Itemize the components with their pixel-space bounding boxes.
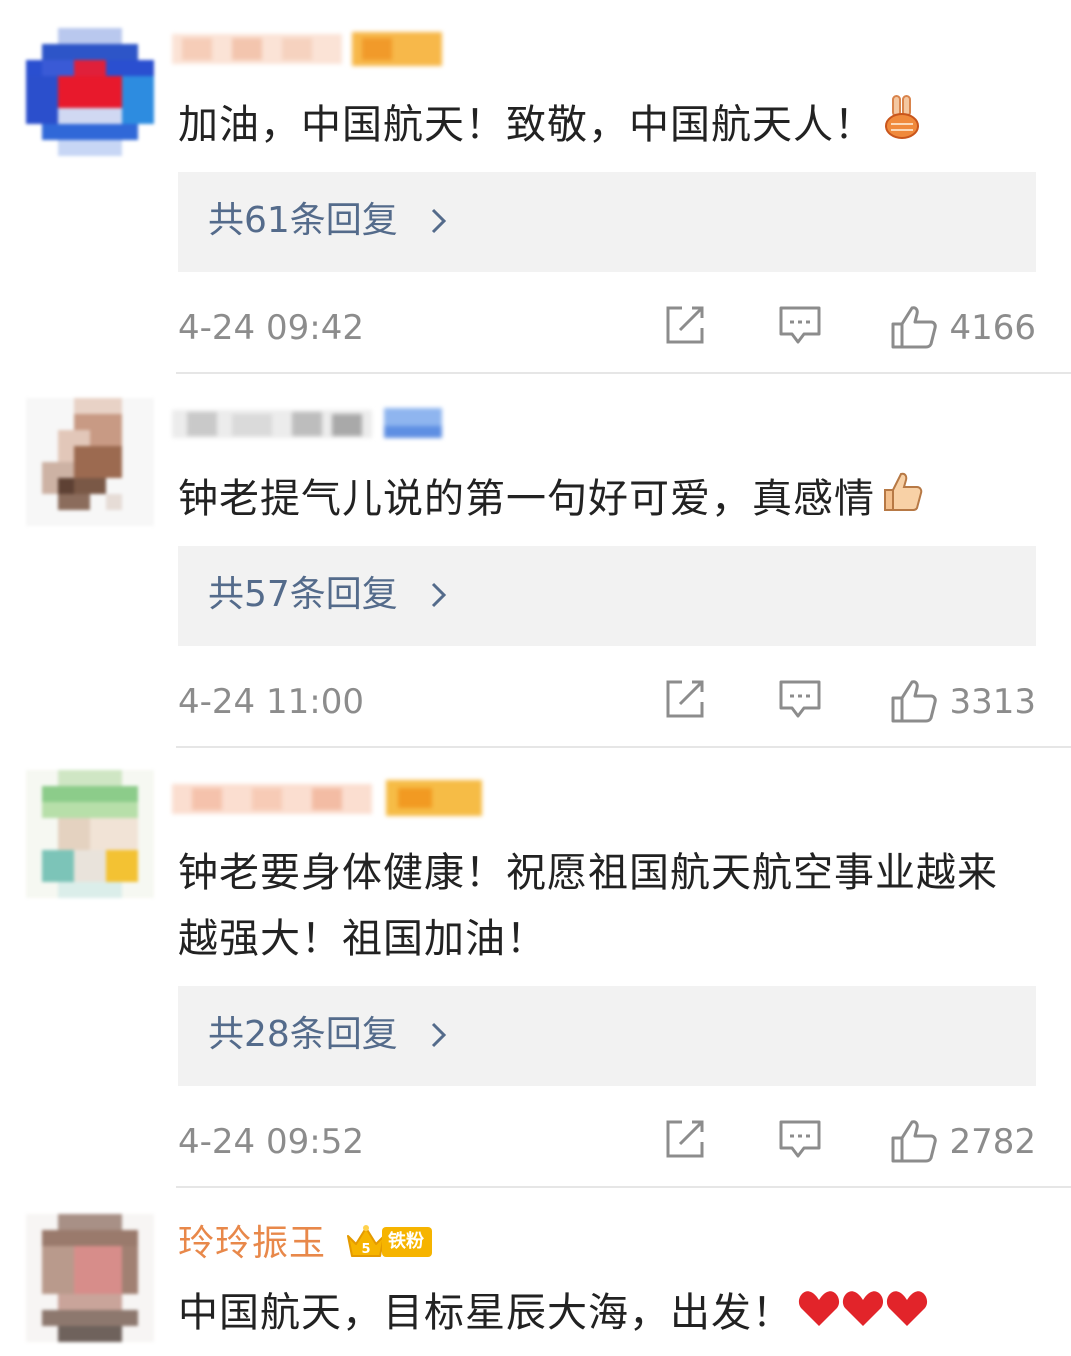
username-blurred[interactable] [172,778,482,818]
chevron-right-icon [431,208,447,234]
like-count: 3313 [949,682,1036,722]
divider [176,746,1071,748]
like-icon[interactable] [890,304,938,350]
timestamp: 4-24 11:00 [178,682,364,722]
like-count: 4166 [949,308,1036,348]
comment-text: 中国航天，目标星辰大海，出发！ [178,1280,1038,1348]
comment-meta: 4-24 09:52 2782 [178,1116,1036,1166]
comment-icon[interactable] [778,1118,822,1160]
red-heart-emoji-icon [797,1282,929,1348]
like-count: 2782 [949,1122,1036,1162]
victory-hand-emoji-icon [879,94,925,160]
avatar[interactable] [26,28,154,156]
fan-badge-label: 铁粉 [382,1227,432,1257]
comment-text: 加油，中国航天！致敬，中国航天人！ [178,92,1038,160]
chevron-right-icon [431,582,447,608]
replies-count-label: 共28条回复 [208,1014,398,1055]
fan-level: 5 [361,1242,370,1257]
comment-text: 钟老要身体健康！祝愿祖国航天航空事业越来越强大！祖国加油！ [178,850,998,962]
view-replies-button[interactable]: 共57条回复 [178,546,1036,646]
avatar[interactable] [26,770,154,898]
share-icon[interactable] [664,678,706,720]
view-replies-button[interactable]: 共28条回复 [178,986,1036,1086]
comment-text: 钟老提气儿说的第一句好可爱，真感情 [178,466,1038,534]
replies-count-label: 共57条回复 [208,574,398,615]
share-icon[interactable] [664,1118,706,1160]
divider [176,372,1071,374]
like-icon[interactable] [890,1118,938,1164]
divider [176,1186,1071,1188]
comment-icon[interactable] [778,678,822,720]
username-blurred[interactable] [172,404,442,444]
chevron-right-icon [431,1022,447,1048]
avatar[interactable] [26,1214,154,1342]
fan-badge: 5 铁粉 [344,1222,432,1262]
username-blurred[interactable] [172,30,442,70]
view-replies-button[interactable]: 共61条回复 [178,172,1036,272]
comment-meta: 4-24 09:42 4166 [178,302,1036,352]
share-icon[interactable] [664,304,706,346]
thumbs-up-emoji-icon [879,468,923,534]
comment-meta: 4-24 11:00 3313 [178,676,1036,726]
replies-count-label: 共61条回复 [208,200,398,241]
username[interactable]: 玲玲振玉 [178,1222,326,1266]
comment-icon[interactable] [778,304,822,346]
like-icon[interactable] [890,678,938,724]
timestamp: 4-24 09:52 [178,1122,364,1162]
avatar[interactable] [26,398,154,526]
timestamp: 4-24 09:42 [178,308,364,348]
